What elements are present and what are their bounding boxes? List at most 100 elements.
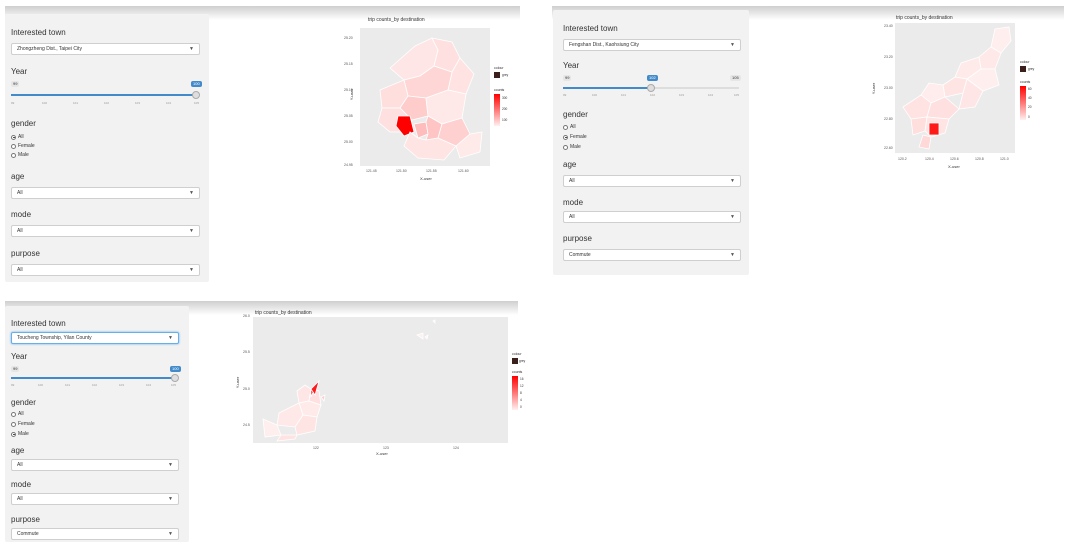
year-tick: 102	[92, 383, 98, 387]
radio-dot	[11, 431, 16, 437]
map-panel	[360, 28, 490, 166]
town-select-value: Fengshan Dist., Kaohsiung City	[569, 42, 640, 48]
year-slider-handle[interactable]	[647, 84, 655, 92]
mode-select-value: All	[17, 228, 23, 234]
mode-select-value: All	[17, 496, 23, 502]
chevron-down-icon: ▼	[730, 42, 735, 48]
year-value-tag: 100	[191, 81, 202, 87]
town-select[interactable]: Toucheng Township, Yilan County ▼	[11, 332, 179, 344]
mode-label: mode	[563, 198, 584, 207]
x-axis-label: X-user	[420, 176, 432, 181]
year-slider-fill	[11, 377, 177, 379]
purpose-select[interactable]: Commute ▼	[563, 249, 741, 261]
year-tick: 102	[650, 93, 656, 97]
gender-radio-all[interactable]: All	[11, 411, 24, 417]
x-tick: 120.4	[925, 157, 934, 161]
x-axis-label: X-user	[376, 451, 388, 456]
sidebar: Interested town Toucheng Township, Yilan…	[5, 306, 189, 542]
x-tick: 121.45	[366, 169, 377, 173]
legend-colour-title: colour	[512, 352, 522, 356]
mode-label: mode	[11, 480, 32, 489]
purpose-select[interactable]: Commute ▼	[11, 528, 179, 540]
year-tick: 100	[592, 93, 598, 97]
purpose-label: purpose	[11, 515, 40, 524]
year-slider-handle[interactable]	[192, 91, 200, 99]
gender-radio-male[interactable]: Male	[11, 431, 29, 437]
y-tick: 22.80	[884, 117, 893, 121]
year-slider-fill	[11, 94, 197, 96]
town-select[interactable]: Zhongzheng Dist., Taipei City ▼	[11, 43, 200, 55]
radio-dot	[11, 411, 16, 417]
purpose-select-value: Commute	[17, 531, 39, 537]
y-tick: 26.0	[243, 314, 250, 318]
gender-radio-all[interactable]: All	[563, 124, 576, 130]
year-slider-handle[interactable]	[171, 374, 179, 382]
chevron-down-icon: ▼	[730, 252, 735, 258]
x-tick: 122	[313, 446, 319, 450]
y-tick: 25.0	[243, 387, 250, 391]
year-tick: 99	[11, 101, 15, 105]
age-select[interactable]: All ▼	[563, 175, 741, 187]
age-select[interactable]: All ▼	[11, 187, 200, 199]
y-tick: 25.20	[344, 36, 353, 40]
chevron-down-icon: ▼	[189, 46, 194, 52]
legend-tick: 200	[502, 107, 508, 111]
chevron-down-icon: ▼	[168, 496, 173, 502]
plot-title: trip counts_by destination	[896, 15, 953, 21]
age-select-value: All	[17, 462, 23, 468]
age-label: age	[11, 172, 25, 181]
plot-title: trip counts_by destination	[368, 17, 425, 23]
legend-colour-swatch	[494, 72, 500, 78]
mode-select[interactable]: All ▼	[563, 211, 741, 223]
mode-select[interactable]: All ▼	[11, 225, 200, 237]
chevron-down-icon: ▼	[168, 462, 173, 468]
legend-gradient-bar	[1020, 86, 1026, 120]
year-slider-fill	[563, 87, 651, 89]
x-tick: 120.2	[898, 157, 907, 161]
radio-dot	[11, 421, 16, 427]
radio-label: Female	[570, 134, 587, 140]
year-value-tag: 102	[647, 75, 658, 81]
gender-radio-male[interactable]: Male	[11, 152, 29, 158]
x-tick: 121.55	[426, 169, 437, 173]
age-select-value: All	[17, 190, 23, 196]
legend-colour-item: grey	[519, 359, 526, 363]
chevron-down-icon: ▼	[730, 214, 735, 220]
y-tick: 25.15	[344, 62, 353, 66]
town-select-value: Zhongzheng Dist., Taipei City	[17, 46, 82, 52]
gender-radio-male[interactable]: Male	[563, 144, 581, 150]
sidebar: Interested town Zhongzheng Dist., Taipei…	[5, 14, 209, 282]
mode-select[interactable]: All ▼	[11, 493, 179, 505]
gender-radio-female[interactable]: Female	[11, 143, 35, 149]
y-tick: 25.05	[344, 114, 353, 118]
legend-colour-title: colour	[1020, 60, 1030, 64]
radio-label: All	[570, 124, 576, 130]
legend-colour-item: grey	[1028, 67, 1035, 71]
gender-radio-female[interactable]: Female	[11, 421, 35, 427]
year-tick: 102	[104, 101, 110, 105]
gender-radio-female[interactable]: Female	[563, 134, 587, 140]
x-tick: 121.50	[396, 169, 407, 173]
year-tick: 100	[42, 101, 48, 105]
radio-dot	[563, 144, 568, 150]
town-select[interactable]: Fengshan Dist., Kaohsiung City ▼	[563, 39, 741, 51]
y-axis-label: Y-user	[871, 82, 877, 95]
legend-tick: 20	[1028, 105, 1032, 109]
x-tick: 123	[383, 446, 389, 450]
kaohsiung-map	[902, 26, 1012, 150]
age-select[interactable]: All ▼	[11, 459, 179, 471]
year-min-tag: 99	[11, 366, 20, 372]
gender-label: gender	[563, 110, 588, 119]
year-tick: 104	[708, 93, 714, 97]
purpose-select[interactable]: All ▼	[11, 264, 200, 276]
y-axis-label: Y-user	[235, 376, 241, 389]
year-min-tag: 99	[11, 81, 20, 87]
y-tick: 22.60	[884, 146, 893, 150]
year-value-tag: 100	[170, 366, 181, 372]
legend-counts-title: counts	[512, 370, 523, 374]
gender-radio-all[interactable]: All	[11, 134, 24, 140]
legend-gradient-bar	[512, 376, 518, 410]
legend-tick: 60	[1028, 87, 1032, 91]
radio-dot	[11, 152, 16, 158]
legend-gradient-bar	[494, 94, 500, 126]
